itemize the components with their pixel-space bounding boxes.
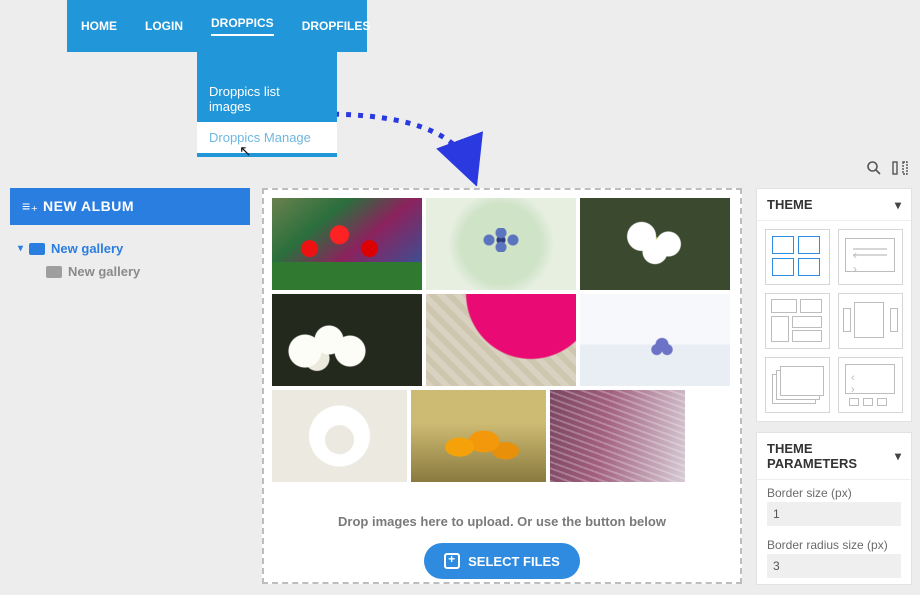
- nav-home-label: HOME: [81, 19, 117, 33]
- nav-login[interactable]: LOGIN: [131, 0, 197, 52]
- columns-icon[interactable]: [892, 160, 908, 181]
- thumbnail[interactable]: [411, 390, 546, 482]
- thumbnail[interactable]: [580, 198, 730, 290]
- theme-option-carousel[interactable]: [838, 293, 903, 349]
- chevron-down-icon: ▾: [895, 449, 901, 463]
- theme-title: THEME: [767, 197, 813, 212]
- new-album-label: NEW ALBUM: [43, 198, 134, 214]
- caret-down-icon: ▾: [18, 243, 23, 254]
- chevron-down-icon: ▾: [895, 198, 901, 212]
- sidebar: NEW ALBUM ▾ New gallery New gallery: [10, 188, 250, 295]
- nav-dropfiles-label: DROPFILES: [302, 19, 371, 33]
- theme-options: [757, 221, 911, 421]
- folder-icon: [29, 243, 45, 255]
- theme-option-slider[interactable]: [838, 229, 903, 285]
- top-nav: HOME LOGIN DROPPICS DROPFILES: [67, 0, 367, 52]
- nav-droppics-label: DROPPICS: [211, 16, 274, 36]
- dropdown-manage[interactable]: Droppics Manage ↖: [197, 122, 337, 153]
- toolbar-icons: [866, 160, 908, 181]
- theme-option-stack[interactable]: [765, 357, 830, 413]
- theme-panel: THEME ▾: [756, 188, 912, 422]
- theme-params-panel: THEME PARAMETERS ▾ Border size (px) Bord…: [756, 432, 912, 585]
- theme-params-title: THEME PARAMETERS: [767, 441, 895, 471]
- dropdown-list-images[interactable]: Droppics list images: [197, 76, 337, 122]
- thumbnail[interactable]: [550, 390, 685, 482]
- theme-option-slideshow[interactable]: [838, 357, 903, 413]
- search-icon[interactable]: [866, 160, 882, 181]
- thumbnail[interactable]: [580, 294, 730, 386]
- select-files-label: SELECT FILES: [468, 554, 560, 569]
- border-radius-label: Border radius size (px): [757, 532, 911, 554]
- theme-params-header[interactable]: THEME PARAMETERS ▾: [757, 433, 911, 480]
- border-size-label: Border size (px): [757, 480, 911, 502]
- workspace: NEW ALBUM ▾ New gallery New gallery: [0, 152, 920, 584]
- gallery-tree: ▾ New gallery New gallery: [10, 225, 250, 295]
- thumbnail[interactable]: [426, 294, 576, 386]
- thumbnail-grid: [272, 198, 732, 482]
- droppics-dropdown: Droppics list images Droppics Manage ↖: [197, 52, 337, 157]
- nav-droppics[interactable]: DROPPICS: [197, 0, 288, 52]
- thumbnail[interactable]: [272, 390, 407, 482]
- right-column: THEME ▾ THEME PARAMETERS ▾ Border size (…: [756, 188, 912, 595]
- theme-option-masonry[interactable]: [765, 293, 830, 349]
- dropzone-text: Drop images here to upload. Or use the b…: [272, 514, 732, 529]
- tree-item-root[interactable]: ▾ New gallery: [16, 237, 244, 260]
- thumbnail[interactable]: [272, 198, 422, 290]
- nav-home[interactable]: HOME: [67, 0, 131, 52]
- gallery-panel: Drop images here to upload. Or use the b…: [262, 188, 742, 584]
- thumbnail[interactable]: [426, 198, 576, 290]
- cursor-icon: ↖: [239, 142, 252, 160]
- nav-login-label: LOGIN: [145, 19, 183, 33]
- folder-icon: [46, 266, 62, 278]
- border-size-input[interactable]: [767, 502, 901, 526]
- dropdown-manage-label: Droppics Manage: [209, 130, 311, 145]
- tree-item-child-label: New gallery: [68, 264, 140, 279]
- nav-dropfiles[interactable]: DROPFILES: [288, 0, 385, 52]
- upload-icon: [444, 553, 460, 569]
- tree-item-child[interactable]: New gallery: [44, 260, 244, 283]
- border-radius-input[interactable]: [767, 554, 901, 578]
- theme-option-grid[interactable]: [765, 229, 830, 285]
- theme-panel-header[interactable]: THEME ▾: [757, 189, 911, 221]
- new-album-button[interactable]: NEW ALBUM: [10, 188, 250, 225]
- tree-item-root-label: New gallery: [51, 241, 123, 256]
- select-files-button[interactable]: SELECT FILES: [424, 543, 580, 579]
- thumbnail[interactable]: [272, 294, 422, 386]
